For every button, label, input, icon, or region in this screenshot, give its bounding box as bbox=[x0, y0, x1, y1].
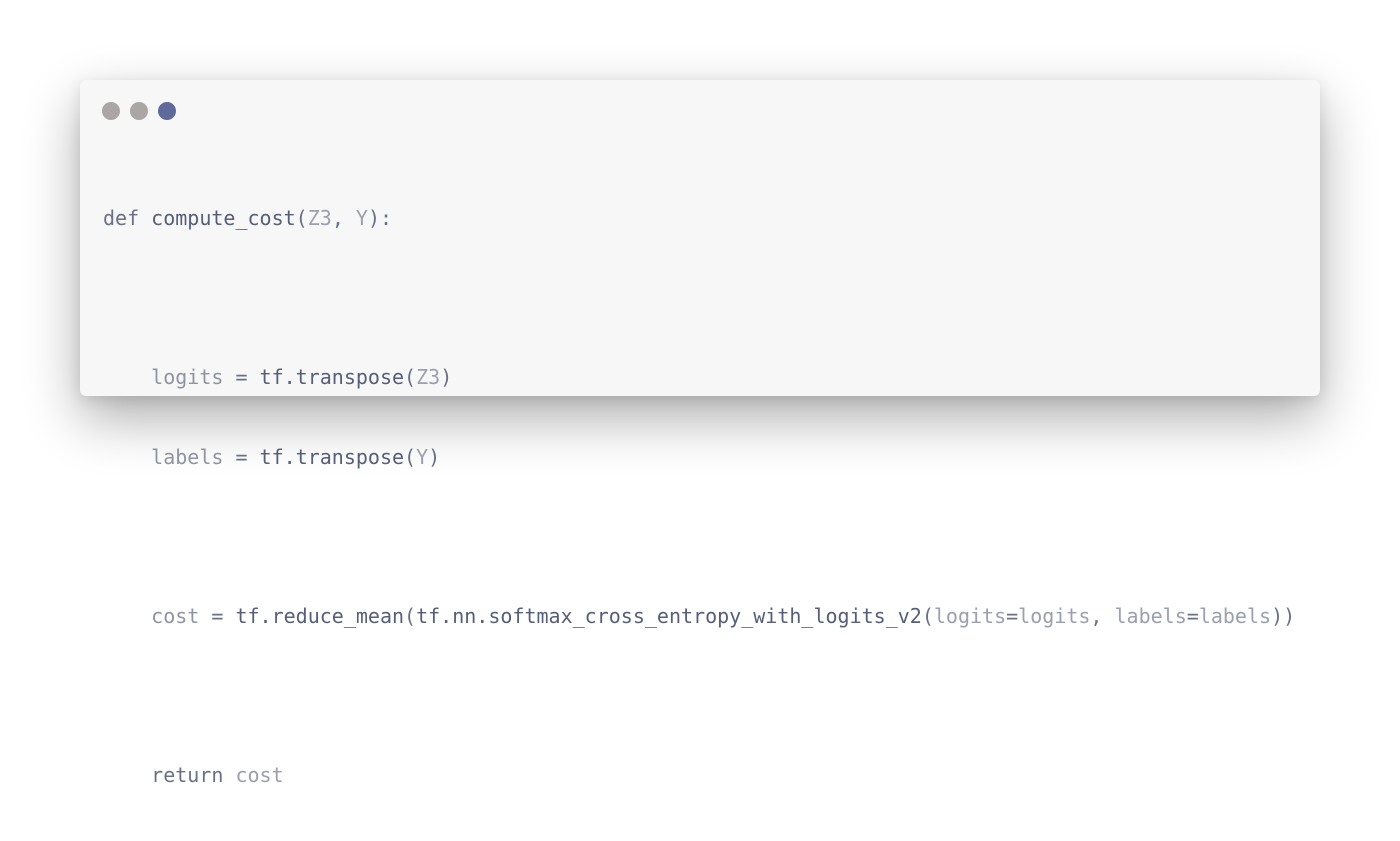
minimize-dot-icon[interactable] bbox=[130, 102, 148, 120]
keyword-return: return bbox=[151, 762, 224, 787]
keyword-def: def bbox=[103, 206, 140, 230]
call-softmax-cross-entropy: tf.nn.softmax_cross_entropy_with_logits_… bbox=[416, 603, 922, 628]
code-line-6: cost = tf.reduce_mean(tf.nn.softmax_cros… bbox=[151, 603, 1296, 628]
var-logits: logits bbox=[151, 365, 224, 389]
code-block: def compute_cost(Z3, Y): logits = tf.tra… bbox=[103, 152, 1295, 841]
code-line-1: def compute_cost(Z3, Y): bbox=[103, 206, 393, 230]
maximize-dot-icon[interactable] bbox=[158, 102, 176, 120]
call-transpose: tf.transpose bbox=[259, 444, 405, 469]
code-line-4: labels = tf.transpose(Y) bbox=[151, 444, 441, 469]
function-name: compute_cost bbox=[151, 206, 296, 230]
param-y: Y bbox=[355, 206, 368, 230]
param-z3: Z3 bbox=[307, 206, 332, 230]
close-dot-icon[interactable] bbox=[102, 102, 120, 120]
var-labels: labels bbox=[151, 444, 224, 469]
call-transpose: tf.transpose bbox=[259, 365, 405, 389]
window-controls bbox=[102, 102, 176, 120]
code-line-8: return cost bbox=[103, 762, 1295, 789]
var-cost: cost bbox=[151, 603, 200, 628]
code-line-3: logits = tf.transpose(Z3) bbox=[151, 365, 453, 389]
code-window: def compute_cost(Z3, Y): logits = tf.tra… bbox=[80, 80, 1320, 787]
return-value: cost bbox=[235, 762, 284, 787]
call-reduce-mean: tf.reduce_mean bbox=[235, 603, 405, 628]
